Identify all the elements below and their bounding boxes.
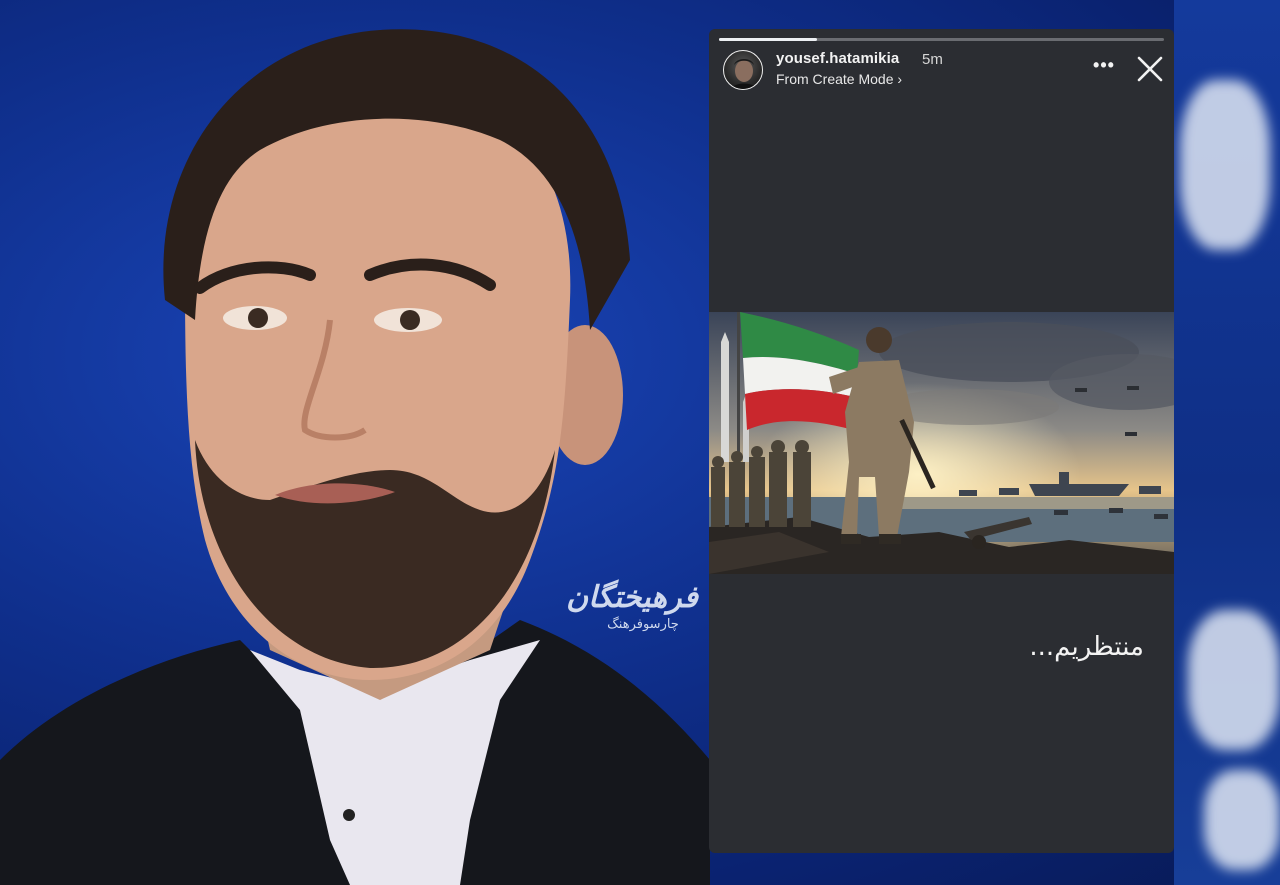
story-username[interactable]: yousef.hatamikia: [776, 50, 899, 67]
story-progress-bar: [719, 38, 1164, 41]
background-right-strip: [1174, 0, 1280, 885]
chevron-right-icon: ›: [897, 71, 903, 87]
watermark-sub: چارسوفرهنگ: [607, 617, 679, 632]
story-caption: منتظریم...: [1029, 632, 1144, 662]
more-options-button[interactable]: •••: [1089, 55, 1119, 81]
watermark: فرهیختگان چارسوفرهنگ: [566, 580, 698, 634]
story-image[interactable]: [709, 312, 1174, 574]
avatar[interactable]: [723, 50, 763, 90]
close-button[interactable]: [1134, 53, 1166, 85]
portrait-photo: [0, 29, 710, 885]
avatar-photo: [731, 59, 757, 89]
create-mode-label: From Create Mode: [776, 71, 894, 87]
create-mode-link[interactable]: From Create Mode ›: [776, 71, 902, 87]
close-icon: [1137, 56, 1163, 82]
story-progress-fill: [719, 38, 817, 41]
story-timestamp: 5m: [922, 51, 943, 68]
more-icon: •••: [1093, 55, 1115, 75]
watermark-main: فرهیختگان: [566, 580, 698, 615]
story-viewer[interactable]: yousef.hatamikia 5m From Create Mode › •…: [709, 29, 1174, 853]
